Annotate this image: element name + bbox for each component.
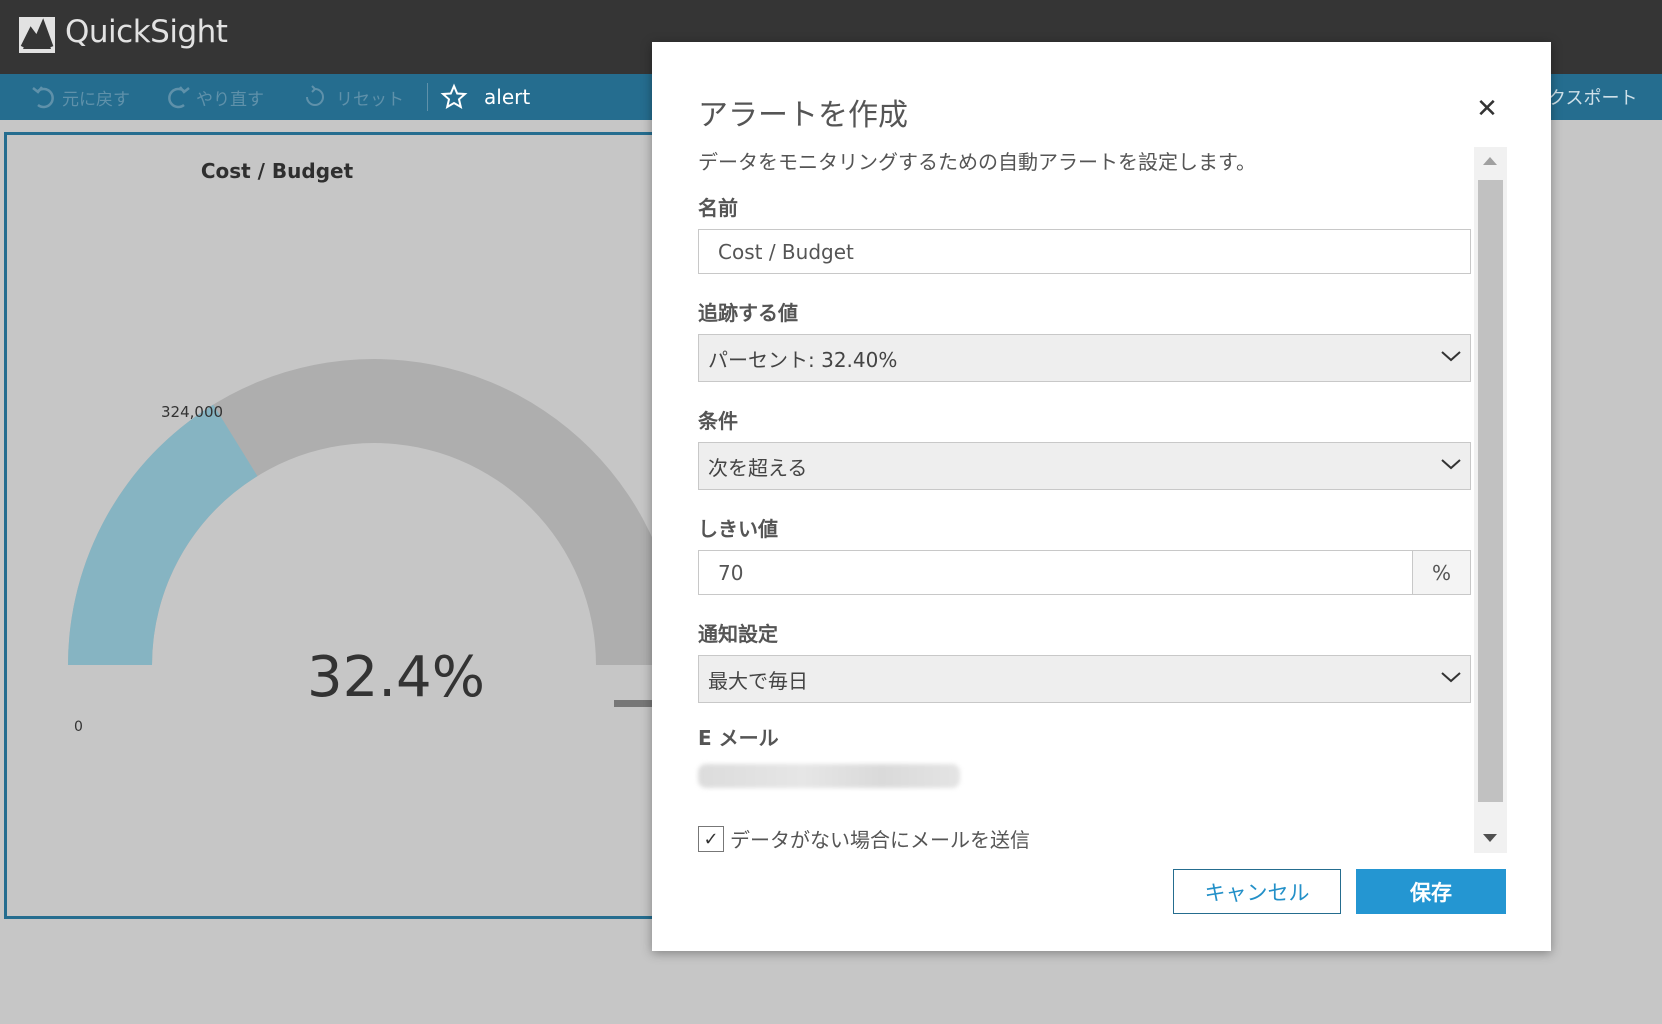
threshold-label: しきい値 (698, 517, 778, 541)
create-alert-dialog: アラートを作成 ✕ データをモニタリングするための自動アラートを設定します。 名… (652, 42, 1551, 951)
scroll-down-icon[interactable] (1483, 834, 1497, 842)
redo-icon (168, 86, 190, 109)
gauge-chart (68, 359, 680, 707)
notification-label: 通知設定 (698, 622, 778, 646)
analysis-name: alert (484, 85, 531, 109)
reset-label: リセット (336, 89, 404, 110)
export-button[interactable]: クスポート (1548, 74, 1637, 120)
dialog-scrollbar[interactable] (1474, 147, 1507, 853)
gauge-value: 32.4% (307, 645, 485, 710)
tracked-value-label: 追跡する値 (698, 301, 798, 325)
condition-label: 条件 (698, 409, 738, 433)
toolbar-divider (427, 83, 428, 111)
scrollbar-thumb[interactable] (1478, 180, 1503, 802)
tracked-value-select[interactable]: パーセント: 32.40% (698, 334, 1471, 382)
chevron-down-icon (1441, 672, 1461, 683)
threshold-input[interactable]: 70 (698, 550, 1413, 595)
undo-icon (32, 86, 54, 109)
dialog-title: アラートを作成 (698, 98, 908, 133)
no-data-email-label[interactable]: データがない場合にメールを送信 (730, 824, 1030, 853)
notification-text: 最大で毎日 (708, 668, 808, 693)
close-icon[interactable]: ✕ (1472, 94, 1502, 124)
redo-button[interactable]: やり直す (164, 74, 264, 120)
gauge-min-label: 0 (74, 719, 83, 735)
gauge-visual-panel[interactable]: Cost / Budget 324,000 0 32.4% (4, 132, 684, 919)
no-data-email-checkbox[interactable]: ✓ (698, 826, 724, 852)
undo-label: 元に戻す (62, 89, 130, 110)
alert-name-input[interactable]: Cost / Budget (698, 229, 1471, 274)
cancel-button[interactable]: キャンセル (1173, 869, 1341, 914)
threshold-unit: % (1412, 550, 1471, 595)
tracked-value-text: パーセント: 32.40% (708, 347, 898, 372)
reset-icon (306, 85, 324, 106)
chevron-down-icon (1441, 351, 1461, 362)
quicksight-logo-icon (19, 17, 55, 53)
gauge-fill (68, 404, 258, 665)
gauge-needle (614, 700, 654, 707)
chevron-down-icon (1441, 459, 1461, 470)
condition-text: 次を超える (708, 455, 808, 480)
star-icon (440, 83, 468, 110)
save-button[interactable]: 保存 (1356, 869, 1506, 914)
redo-label: やり直す (196, 89, 264, 110)
name-label: 名前 (698, 196, 738, 220)
app-title: QuickSight (65, 14, 228, 50)
notification-select[interactable]: 最大で毎日 (698, 655, 1471, 703)
reset-button[interactable]: リセット (302, 74, 404, 120)
gauge-max-label: 324,000 (161, 403, 224, 421)
email-address-redacted (698, 764, 960, 788)
favorite-button[interactable] (440, 74, 472, 120)
undo-button[interactable]: 元に戻す (30, 74, 130, 120)
email-label: E メール (698, 726, 779, 750)
condition-select[interactable]: 次を超える (698, 442, 1471, 490)
check-icon: ✓ (703, 828, 719, 850)
scroll-up-icon[interactable] (1483, 157, 1497, 165)
dialog-description: データをモニタリングするための自動アラートを設定します。 (698, 150, 1256, 174)
